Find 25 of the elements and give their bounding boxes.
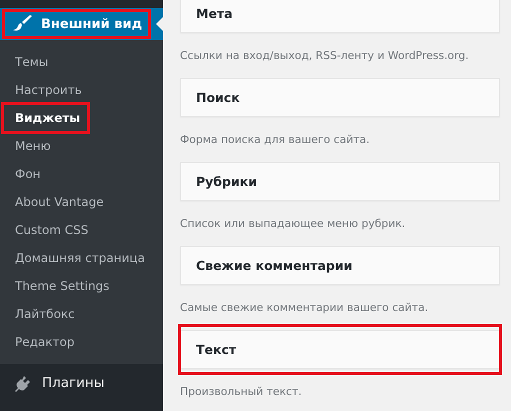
submenu-item[interactable]: Фон	[3, 160, 49, 188]
menu-label: Плагины	[42, 375, 104, 391]
widget-card[interactable]: Мета	[180, 0, 500, 33]
menu-label: Внешний вид	[41, 16, 142, 32]
widget-card[interactable]: Рубрики	[180, 162, 500, 201]
submenu-item[interactable]: Theme Settings	[3, 272, 118, 300]
submenu-item[interactable]: Меню	[3, 132, 59, 160]
submenu-item[interactable]: Виджеты	[3, 104, 88, 132]
widget-card[interactable]: Текст	[180, 330, 500, 369]
widget-description: Произвольный текст.	[180, 384, 303, 400]
submenu-item[interactable]: Настроить	[3, 76, 90, 104]
submenu-item[interactable]: Домашняя страница	[3, 244, 153, 272]
widget-description: Ссылки на вход/выход, RSS-ленту и WordPress.org.	[180, 48, 470, 64]
plug-icon	[14, 374, 32, 392]
paintbrush-icon	[13, 15, 33, 33]
widget-description: Форма поиска для вашего сайта.	[180, 132, 371, 148]
submenu-item[interactable]: Custom CSS	[3, 216, 96, 244]
submenu-item[interactable]: Темы	[3, 48, 56, 76]
submenu-item[interactable]: Редактор	[3, 328, 82, 356]
widget-description: Список или выпадающее меню рубрик.	[180, 216, 406, 232]
widget-card[interactable]: Поиск	[180, 78, 500, 117]
widget-description: Самые свежие комментарии вашего сайта.	[180, 300, 430, 316]
submenu-item[interactable]: Лайтбокс	[3, 300, 83, 328]
submenu-item[interactable]: About Vantage	[3, 188, 112, 216]
widget-card[interactable]: Свежие комментарии	[180, 246, 500, 285]
